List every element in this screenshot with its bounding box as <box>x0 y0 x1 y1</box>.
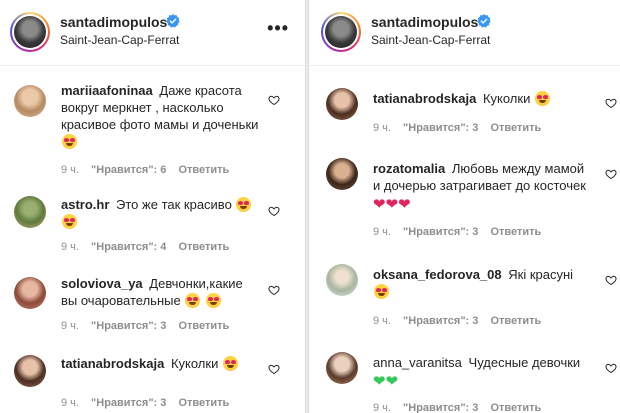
profile-username[interactable]: santadimopulos <box>371 14 478 30</box>
comment-text: astro.hr Это же так красиво <box>61 196 261 230</box>
comment-likes[interactable]: "Нравится": 3 <box>91 320 166 332</box>
comment-likes[interactable]: "Нравится": 6 <box>91 164 166 176</box>
heart-eyes-emoji <box>534 91 550 106</box>
more-options-icon[interactable]: ••• <box>267 18 289 39</box>
red-heart-emoji: ❤ <box>398 196 411 213</box>
commenter-avatar[interactable] <box>326 88 358 120</box>
reply-button[interactable]: Ответить <box>178 397 229 409</box>
comment-meta: 9 ч. "Нравится": 6 Ответить <box>61 164 238 176</box>
like-heart-icon[interactable] <box>268 205 280 217</box>
reply-button[interactable]: Ответить <box>178 164 229 176</box>
comment-likes[interactable]: "Нравится": 3 <box>403 315 478 327</box>
comment-time: 9 ч. <box>373 402 391 413</box>
comment-time: 9 ч. <box>61 241 79 253</box>
comment-time: 9 ч. <box>373 226 391 238</box>
post-location[interactable]: Saint-Jean-Cap-Ferrat <box>371 33 490 47</box>
like-heart-icon[interactable] <box>605 274 617 286</box>
comment-likes[interactable]: "Нравится": 4 <box>91 241 166 253</box>
heart-eyes-emoji <box>236 197 252 212</box>
comment-meta: 9 ч. "Нравится": 3 Ответить <box>373 226 550 238</box>
heart-eyes-emoji <box>62 134 77 149</box>
comment-time: 9 ч. <box>373 315 391 327</box>
reply-button[interactable]: Ответить <box>178 241 229 253</box>
like-heart-icon[interactable] <box>268 94 280 106</box>
comment-likes[interactable]: "Нравится": 3 <box>403 122 478 134</box>
post-location[interactable]: Saint-Jean-Cap-Ferrat <box>60 33 179 47</box>
comment-username[interactable]: soloviova_ya <box>61 276 143 291</box>
comment-text: soloviova_ya Девчонки,какие вы очаровате… <box>61 275 261 309</box>
like-heart-icon[interactable] <box>605 168 617 180</box>
verified-badge-icon <box>477 14 491 28</box>
commenter-avatar[interactable] <box>326 158 358 190</box>
heart-eyes-emoji <box>222 356 238 371</box>
heart-eyes-emoji <box>205 293 221 308</box>
comment-username[interactable]: astro.hr <box>61 197 109 212</box>
comment-body: Куколки <box>170 356 219 371</box>
reply-button[interactable]: Ответить <box>490 122 541 134</box>
comment-text: mariiaafoninaa Даже красота вокруг меркн… <box>61 82 261 150</box>
comment-body: Чудесные девочки <box>468 355 581 370</box>
comment-time: 9 ч. <box>61 164 79 176</box>
reply-button[interactable]: Ответить <box>490 402 541 413</box>
comment-likes[interactable]: "Нравится": 3 <box>403 402 478 413</box>
comment-body: Які красуні <box>508 267 574 282</box>
comment-text: tatianabrodskaja Куколки <box>61 355 261 372</box>
commenter-avatar[interactable] <box>14 355 46 387</box>
commenter-avatar[interactable] <box>326 264 358 296</box>
post-header: santadimopulos Saint-Jean-Cap-Ferrat <box>309 0 620 66</box>
profile-username[interactable]: santadimopulos <box>60 14 167 30</box>
commenter-avatar[interactable] <box>326 352 358 384</box>
comment-text: rozatomalia Любовь между мамой и дочерью… <box>373 160 588 212</box>
comment-username[interactable]: rozatomalia <box>373 161 445 176</box>
like-heart-icon[interactable] <box>605 362 617 374</box>
reply-button[interactable]: Ответить <box>490 226 541 238</box>
post-header: santadimopulos Saint-Jean-Cap-Ferrat ••• <box>0 0 305 66</box>
comment-meta: 9 ч. "Нравится": 3 Ответить <box>61 397 238 409</box>
comment-username[interactable]: oksana_fedorova_08 <box>373 267 502 282</box>
comment-username[interactable]: anna_varanitsa <box>373 355 462 370</box>
right-post-panel: santadimopulos Saint-Jean-Cap-Ferrat tat… <box>309 0 620 413</box>
reply-button[interactable]: Ответить <box>490 315 541 327</box>
comment-likes[interactable]: "Нравится": 3 <box>403 226 478 238</box>
comment-time: 9 ч. <box>61 397 79 409</box>
comment-body: Это же так красиво <box>116 197 232 212</box>
comment-time: 9 ч. <box>373 122 391 134</box>
comment-username[interactable]: mariiaafoninaa <box>61 83 153 98</box>
like-heart-icon[interactable] <box>605 97 617 109</box>
comment-username[interactable]: tatianabrodskaja <box>373 91 476 106</box>
comment-meta: 9 ч. "Нравится": 3 Ответить <box>373 122 550 134</box>
heart-eyes-emoji <box>62 214 77 229</box>
comment-meta: 9 ч. "Нравится": 3 Ответить <box>61 320 238 332</box>
comment-text: anna_varanitsa Чудесные девочки ❤❤ <box>373 354 588 389</box>
heart-eyes-emoji <box>185 293 201 308</box>
red-heart-emoji: ❤ <box>385 196 399 213</box>
like-heart-icon[interactable] <box>268 284 280 296</box>
profile-avatar[interactable] <box>321 12 361 52</box>
comment-username[interactable]: tatianabrodskaja <box>61 356 164 371</box>
red-heart-emoji: ❤ <box>373 196 386 213</box>
comment-body: Куколки <box>482 91 531 106</box>
green-heart-emoji: ❤ <box>385 373 399 390</box>
reply-button[interactable]: Ответить <box>178 320 229 332</box>
like-heart-icon[interactable] <box>268 363 280 375</box>
comment-text: oksana_fedorova_08 Які красуні <box>373 266 588 300</box>
profile-avatar[interactable] <box>10 12 50 52</box>
heart-eyes-emoji <box>374 284 389 299</box>
commenter-avatar[interactable] <box>14 85 46 117</box>
comment-text: tatianabrodskaja Куколки <box>373 90 588 107</box>
green-heart-emoji: ❤ <box>373 373 386 390</box>
comment-meta: 9 ч. "Нравится": 3 Ответить <box>373 402 550 413</box>
left-post-panel: santadimopulos Saint-Jean-Cap-Ferrat •••… <box>0 0 305 413</box>
commenter-avatar[interactable] <box>14 196 46 228</box>
commenter-avatar[interactable] <box>14 277 46 309</box>
verified-badge-icon <box>166 14 180 28</box>
comment-meta: 9 ч. "Нравится": 4 Ответить <box>61 241 238 253</box>
comment-time: 9 ч. <box>61 320 79 332</box>
comment-meta: 9 ч. "Нравится": 3 Ответить <box>373 315 550 327</box>
comment-likes[interactable]: "Нравится": 3 <box>91 397 166 409</box>
